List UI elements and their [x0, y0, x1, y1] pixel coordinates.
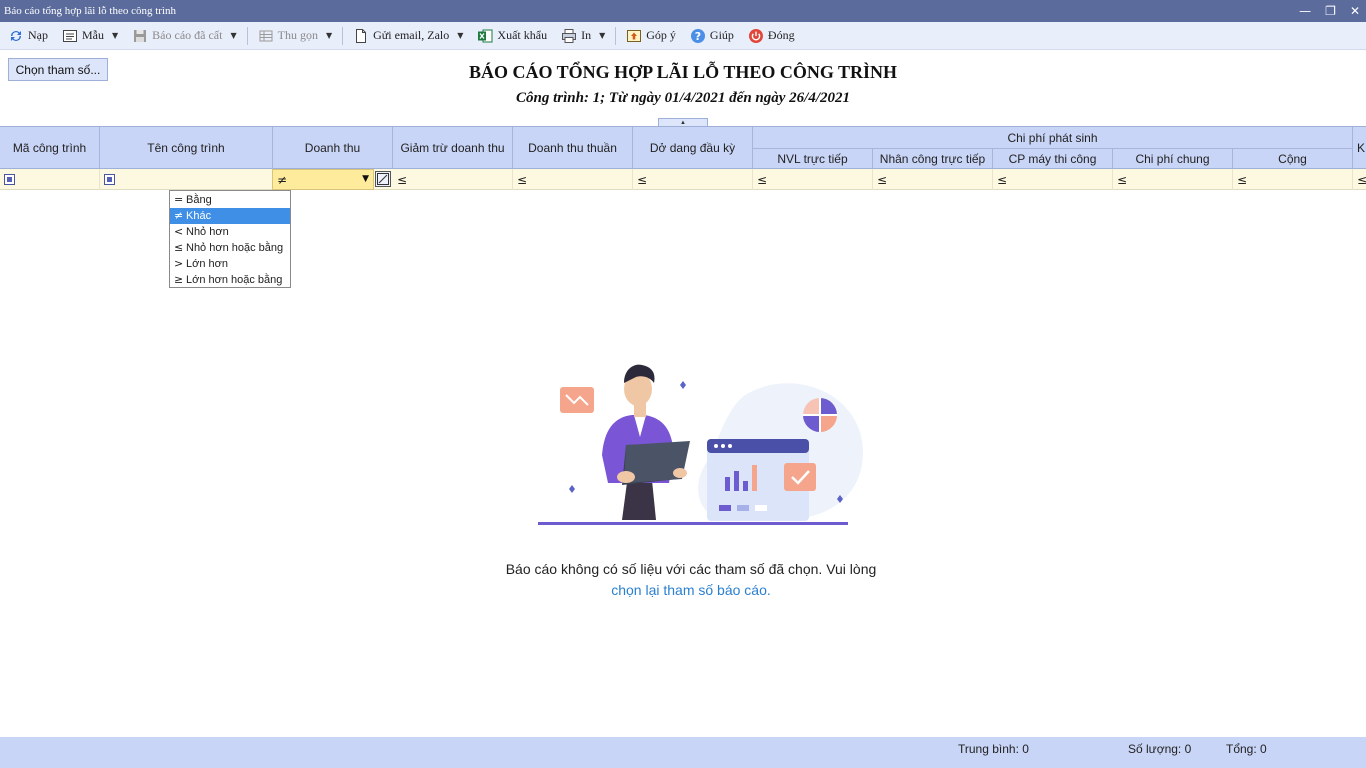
- chevron-down-icon[interactable]: ▼: [599, 31, 605, 40]
- minimize-icon[interactable]: —: [1299, 0, 1311, 22]
- collapse-header-toggle[interactable]: ▲: [658, 118, 708, 126]
- refresh-icon: [8, 28, 24, 44]
- power-icon: [748, 28, 764, 44]
- empty-state-message: Báo cáo không có số liệu với các tham số…: [0, 559, 1366, 601]
- empty-state-text: Báo cáo không có số liệu với các tham số…: [505, 561, 877, 577]
- status-average: Trung bình: 0: [958, 742, 1029, 756]
- filter-name[interactable]: [100, 169, 273, 190]
- filter-opening-wip[interactable]: ≤: [633, 169, 753, 190]
- col-direct-labor[interactable]: Nhân công trực tiếp: [873, 148, 993, 169]
- report-subtitle: Công trình: 1; Từ ngày 01/4/2021 đến ngà…: [515, 90, 850, 106]
- print-button[interactable]: In ▼: [557, 24, 609, 48]
- operator-option-not-equal[interactable]: ≠ Khác: [170, 208, 290, 224]
- operator-dropdown: = Bằng ≠ Khác < Nhỏ hơn ≤ Nhỏ hơn hoặc bằng …: [169, 190, 291, 288]
- collapse-grid-icon: [258, 28, 274, 44]
- chevron-down-icon[interactable]: ▼: [362, 174, 369, 184]
- grid-header: Mã công trình Tên công trình Doanh thu G…: [0, 126, 1366, 169]
- filter-code[interactable]: [0, 169, 100, 190]
- col-next-partial[interactable]: K: [1353, 127, 1366, 169]
- filter-net-revenue[interactable]: ≤: [513, 169, 633, 190]
- col-net-revenue[interactable]: Doanh thu thuần: [513, 127, 633, 169]
- chevron-down-icon[interactable]: ▼: [112, 31, 118, 40]
- toolbar-divider: [246, 26, 248, 45]
- col-overhead[interactable]: Chi phí chung: [1113, 148, 1233, 169]
- reload-button[interactable]: Nạp: [4, 24, 52, 48]
- filter-checkbox[interactable]: [4, 174, 15, 185]
- filter-checkbox[interactable]: [104, 174, 115, 185]
- send-email-zalo-button[interactable]: Gửi email, Zalo ▼: [349, 24, 467, 48]
- template-icon: [62, 28, 78, 44]
- help-button[interactable]: ? Giúp: [686, 24, 738, 48]
- status-sum: Tổng: 0: [1226, 742, 1267, 756]
- document-icon: [353, 28, 369, 44]
- help-icon: ?: [690, 28, 706, 44]
- col-group-costs: Chi phí phát sinh: [753, 127, 1353, 148]
- collapse-button[interactable]: Thu gọn ▼: [254, 24, 337, 48]
- filter-revenue-deduction[interactable]: ≤: [393, 169, 513, 190]
- chevron-down-icon[interactable]: ▼: [230, 31, 236, 40]
- feedback-button[interactable]: Góp ý: [622, 24, 680, 48]
- close-button[interactable]: Đóng: [744, 24, 799, 48]
- filter-direct-material[interactable]: ≤: [753, 169, 873, 190]
- toolbar-divider: [615, 26, 617, 45]
- filter-direct-labor[interactable]: ≤: [873, 169, 993, 190]
- filter-total[interactable]: ≤: [1233, 169, 1353, 190]
- operator-option-equal[interactable]: = Bằng: [170, 192, 290, 208]
- report-title: BÁO CÁO TỔNG HỢP LÃI LỖ THEO CÔNG TRÌNH: [468, 62, 898, 82]
- col-name[interactable]: Tên công trình: [100, 127, 273, 169]
- chevron-down-icon[interactable]: ▼: [326, 31, 332, 40]
- toolbar-divider: [342, 26, 344, 45]
- close-window-icon[interactable]: ✕: [1350, 0, 1360, 22]
- choose-params-link[interactable]: chọn lại tham số báo cáo.: [0, 580, 1366, 601]
- save-icon: [132, 28, 148, 44]
- filter-overhead[interactable]: ≤: [1113, 169, 1233, 190]
- filter-next-partial[interactable]: ≤: [1353, 169, 1366, 190]
- template-button[interactable]: Mẫu ▼: [58, 24, 122, 48]
- chevron-down-icon[interactable]: ▼: [457, 31, 463, 40]
- operator-option-greater[interactable]: > Lớn hơn: [170, 256, 290, 272]
- col-total[interactable]: Cộng: [1233, 148, 1353, 169]
- saved-report-button[interactable]: Báo cáo đã cất ▼: [128, 24, 240, 48]
- toolbar: Nạp Mẫu ▼ Báo cáo đã cất ▼ Thu gọn ▼ Gửi…: [0, 22, 1366, 50]
- col-revenue[interactable]: Doanh thu: [273, 127, 393, 169]
- col-direct-material[interactable]: NVL trực tiếp: [753, 148, 873, 169]
- export-button[interactable]: Xuất khẩu: [473, 24, 551, 48]
- edit-filter-icon[interactable]: [375, 171, 391, 187]
- operator-option-less-equal[interactable]: ≤ Nhỏ hơn hoặc bằng: [170, 240, 290, 256]
- chevron-up-icon: ▲: [680, 119, 686, 126]
- filter-row: ≠ ▼ ≤ ≤ ≤ ≤ ≤ ≤ ≤ ≤ ≤: [0, 169, 1366, 190]
- col-revenue-deduction[interactable]: Giảm trừ doanh thu: [393, 127, 513, 169]
- printer-icon: [561, 28, 577, 44]
- filter-revenue-operator[interactable]: ≠ ▼: [272, 169, 374, 190]
- status-count: Số lượng: 0: [1128, 742, 1192, 756]
- empty-state-illustration: [538, 364, 864, 525]
- feedback-icon: [626, 28, 642, 44]
- filter-machine-cost[interactable]: ≤: [993, 169, 1113, 190]
- svg-text:?: ?: [695, 30, 701, 43]
- status-bar: Trung bình: 0 Số lượng: 0 Tổng: 0: [0, 737, 1366, 768]
- col-opening-wip[interactable]: Dở dang đầu kỳ: [633, 127, 753, 169]
- excel-icon: [477, 28, 493, 44]
- window-title: Báo cáo tổng hợp lãi lỗ theo công trình: [4, 5, 177, 17]
- operator-option-greater-equal[interactable]: ≥ Lớn hơn hoặc bằng: [170, 272, 290, 288]
- col-code[interactable]: Mã công trình: [0, 127, 100, 169]
- window-titlebar: Báo cáo tổng hợp lãi lỗ theo công trình …: [0, 0, 1366, 22]
- operator-option-less[interactable]: < Nhỏ hơn: [170, 224, 290, 240]
- col-machine-cost[interactable]: CP máy thi công: [993, 148, 1113, 169]
- restore-icon[interactable]: ❐: [1325, 0, 1336, 22]
